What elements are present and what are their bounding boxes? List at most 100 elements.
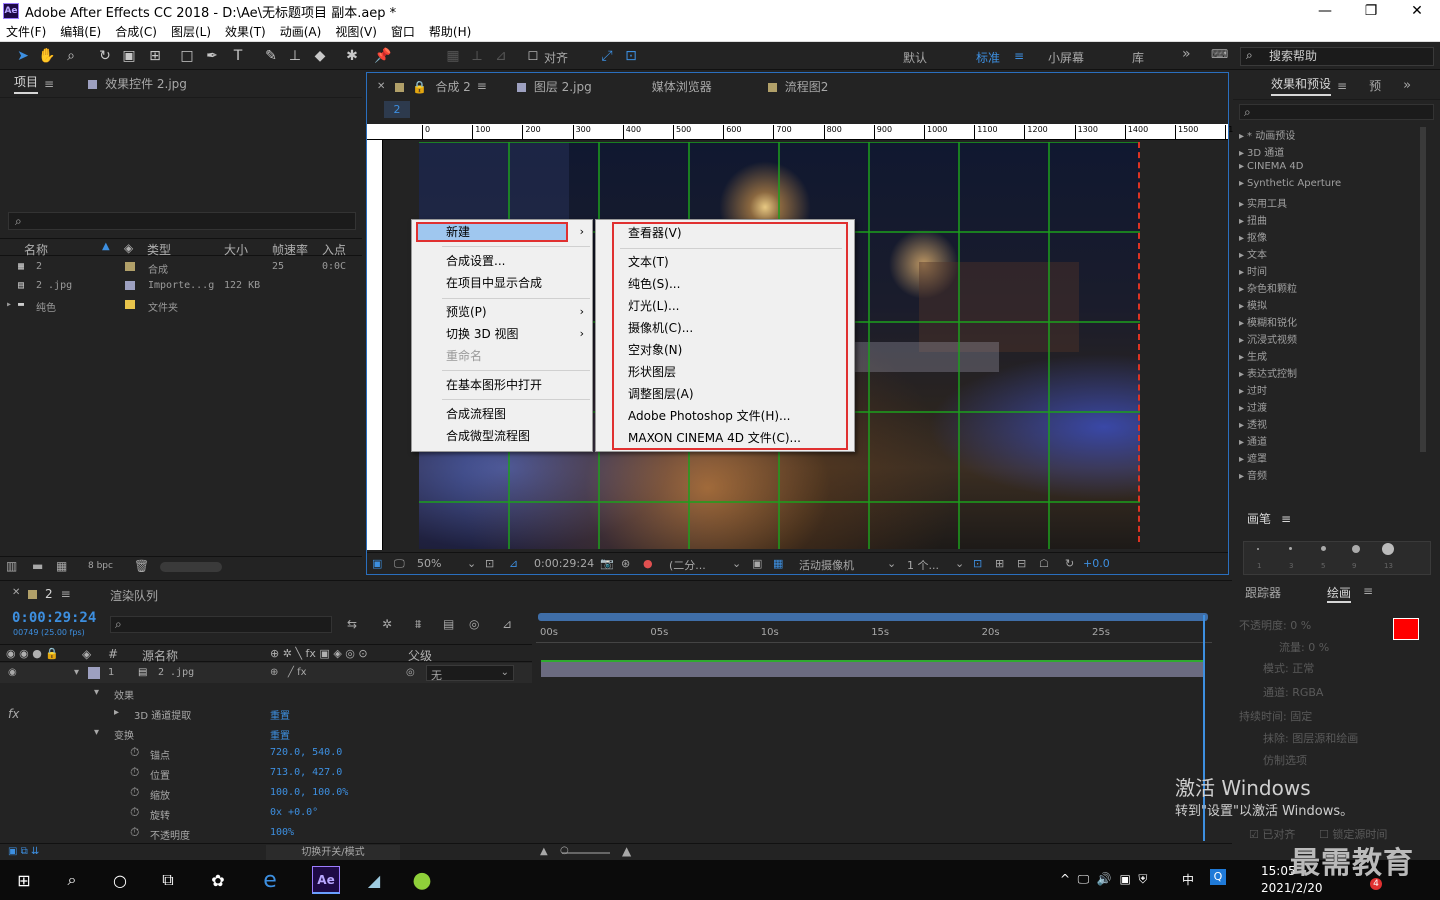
comp-flowchart-icon[interactable]: ⊟ xyxy=(1017,557,1026,570)
erase-select[interactable]: 抹除: 图层源和绘画 xyxy=(1263,730,1358,746)
comp-mini-flowchart-icon[interactable]: ⇆ xyxy=(347,617,357,631)
workspace-standard[interactable]: 标准 xyxy=(976,49,1000,66)
motion-blur-icon[interactable]: ◎ xyxy=(469,617,479,631)
aligned-checkbox[interactable]: ☑ 已对齐 xyxy=(1249,826,1295,842)
expand-arrow-icon[interactable]: ▸ xyxy=(1239,369,1244,380)
workspace-default[interactable]: 默认 xyxy=(903,49,927,66)
interpret-footage-icon[interactable]: ▥ xyxy=(6,559,17,573)
mode-select[interactable]: 模式: 正常 xyxy=(1263,660,1314,676)
snapshot-camera-icon[interactable]: 📷 xyxy=(600,557,614,570)
expand-arrow-icon[interactable]: ▸ xyxy=(1239,318,1244,329)
expand-arrow-icon[interactable]: ▸ xyxy=(1239,267,1244,278)
timeline-search-input[interactable]: ⌕ xyxy=(110,616,332,633)
tab-preview[interactable]: 预 xyxy=(1369,77,1381,94)
menu-item-photoshop-file[interactable]: Adobe Photoshop 文件(H)... xyxy=(628,405,790,427)
dropdown-arrow-icon[interactable]: ⌄ xyxy=(887,557,896,570)
roto-brush-tool-icon[interactable]: ✱ xyxy=(343,47,361,65)
tab-timeline-comp[interactable]: 2 ≡ xyxy=(28,587,71,601)
expand-arrow-icon[interactable]: ▸ xyxy=(1239,250,1244,261)
show-snapshot-icon[interactable]: ⊛ xyxy=(621,557,630,570)
effects-scrollbar[interactable] xyxy=(1420,127,1426,452)
table-row[interactable]: ⏱ 位置 713.0, 427.0 xyxy=(0,763,532,783)
parent-select[interactable]: 无 ⌄ xyxy=(426,665,514,682)
close-tab-icon[interactable]: ✕ xyxy=(377,81,385,92)
expand-arrow-icon[interactable]: ▸ xyxy=(1239,386,1244,397)
expand-arrow-icon[interactable]: ▸ xyxy=(1239,161,1244,172)
property-value[interactable]: 713.0, 427.0 xyxy=(270,767,342,778)
col-name[interactable]: 名称 xyxy=(24,241,48,258)
sort-asc-icon[interactable]: ▲ xyxy=(102,241,110,252)
tab-paint[interactable]: 绘画 xyxy=(1327,584,1352,603)
work-area-bar[interactable] xyxy=(538,613,1208,621)
stopwatch-icon[interactable]: ⏱ xyxy=(130,805,139,820)
expand-arrow-icon[interactable]: ▾ xyxy=(94,727,99,738)
effects-category-item[interactable]: ▸ 遮罩 xyxy=(1239,450,1423,467)
effects-search-input[interactable]: ⌕ xyxy=(1239,104,1434,120)
foreground-color-swatch[interactable] xyxy=(1393,618,1419,640)
expand-arrow-icon[interactable]: ▸ xyxy=(114,707,119,718)
close-tab-icon[interactable]: ✕ xyxy=(12,587,20,598)
effects-category-item[interactable]: ▸ * 动画预设 xyxy=(1239,127,1423,144)
menu-item-switch-3d-view[interactable]: 切换 3D 视图 xyxy=(446,323,519,345)
expand-arrow-icon[interactable]: ▸ xyxy=(1239,420,1244,431)
panel-more-icon[interactable]: » xyxy=(1403,78,1411,93)
panel-menu-icon[interactable]: ≡ xyxy=(477,79,487,93)
resolution-select[interactable]: (二分... xyxy=(669,557,706,573)
cortana-icon[interactable]: ○ xyxy=(106,866,134,894)
monitor-icon[interactable]: 🖵 xyxy=(394,557,405,571)
tab-layer[interactable]: 图层 2.jpg xyxy=(516,78,592,95)
menu-item-light[interactable]: 灯光(L)... xyxy=(628,295,680,317)
eraser-tool-icon[interactable]: ◆ xyxy=(311,47,329,65)
panel-menu-icon[interactable]: ≡ xyxy=(44,77,54,91)
effects-category-item[interactable]: ▸ 3D 通道 xyxy=(1239,144,1423,161)
expand-arrow-icon[interactable]: ▸ xyxy=(1239,335,1244,346)
bpc-label[interactable]: 8 bpc xyxy=(88,561,113,571)
frame-blending-icon[interactable]: ▤ xyxy=(443,617,454,631)
col-parent[interactable]: 父级 xyxy=(408,647,432,664)
minimize-button[interactable]: — xyxy=(1302,0,1348,22)
col-type[interactable]: 类型 xyxy=(147,241,171,258)
menu-animation[interactable]: 动画(A) xyxy=(280,23,322,40)
expand-arrow-icon[interactable]: ▸ xyxy=(1239,471,1244,482)
fit-icon[interactable]: ⊡ xyxy=(485,557,494,570)
tab-render-queue[interactable]: 渲染队列 xyxy=(110,587,158,604)
effects-category-item[interactable]: ▸ 表达式控制 xyxy=(1239,365,1423,382)
list-item[interactable]: ▸ ▬ 纯色 文件夹 xyxy=(0,296,362,314)
time-ruler[interactable]: 00s 05s 10s 15s 20s 25s xyxy=(536,625,1212,643)
label-color[interactable] xyxy=(125,281,135,290)
list-item[interactable]: ▤ 2 .jpg Importe...g 122 KB xyxy=(0,277,362,295)
toggle-pixel-aspect-icon[interactable]: ⊡ xyxy=(973,557,982,570)
property-value[interactable]: 重置 xyxy=(270,727,290,742)
zoom-in-icon[interactable]: ▲ xyxy=(622,844,631,858)
windows-start-icon[interactable]: ⊞ xyxy=(10,866,38,894)
view-axis-icon[interactable]: ⊿ xyxy=(492,47,510,65)
type-tool-icon[interactable]: T xyxy=(229,47,247,65)
expand-arrow-icon[interactable]: ▸ xyxy=(6,299,12,310)
property-value[interactable]: 100.0, 100.0% xyxy=(270,787,348,798)
expand-arrow-icon[interactable]: ▸ xyxy=(1239,199,1244,210)
brush-tips[interactable]: 1 3 5 9 13 xyxy=(1243,541,1431,575)
col-source-name[interactable]: 源名称 xyxy=(142,647,178,664)
transparency-grid-icon[interactable]: ▦ xyxy=(773,557,783,570)
align-checkbox[interactable]: ☐ xyxy=(524,47,542,65)
menu-layer[interactable]: 图层(L) xyxy=(171,23,211,40)
expand-arrow-icon[interactable]: ▸ xyxy=(1239,284,1244,295)
delete-icon[interactable]: 🗑 xyxy=(134,559,149,573)
menu-item-preview[interactable]: 预览(P) xyxy=(446,301,487,323)
world-axis-icon[interactable]: ⟂ xyxy=(468,47,486,65)
property-value[interactable]: 100% xyxy=(270,827,294,838)
app-icon[interactable]: ● xyxy=(408,866,436,894)
opacity-field[interactable]: 不透明度: 0 % xyxy=(1239,617,1311,633)
tab-brushes[interactable]: 画笔 ≡ xyxy=(1247,510,1291,527)
timeline-graph[interactable]: 00s 05s 10s 15s 20s 25s xyxy=(536,613,1212,849)
shy-icon[interactable]: ⩩ xyxy=(415,617,421,632)
table-row[interactable]: fx ▸ 3D 通道提取 重置 xyxy=(0,703,532,723)
panel-menu-icon[interactable]: ≡ xyxy=(1337,79,1347,93)
table-row[interactable]: ▾ 效果 xyxy=(0,683,532,703)
tab-project[interactable]: 项目 xyxy=(14,73,39,94)
col-in[interactable]: 入点 xyxy=(322,241,346,258)
effects-category-item[interactable]: ▸ 音频 xyxy=(1239,467,1423,484)
expand-arrow-icon[interactable]: ▸ xyxy=(1239,178,1244,189)
rectangle-tool-icon[interactable]: □ xyxy=(178,47,196,65)
effects-category-item[interactable]: ▸ Synthetic Aperture xyxy=(1239,178,1423,195)
